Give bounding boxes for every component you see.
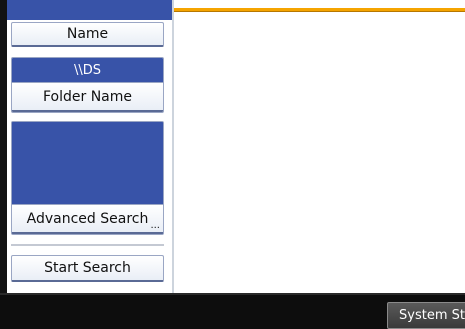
name-button[interactable]: Name xyxy=(11,22,164,47)
results-area xyxy=(174,12,465,293)
name-button-label: Name xyxy=(66,26,109,42)
advanced-search-button-label: Advanced Search xyxy=(26,210,149,227)
folder-path-value: \\DS xyxy=(73,62,102,78)
accent-line xyxy=(174,8,465,12)
system-status-label: System Status xyxy=(399,308,465,323)
advanced-search-button[interactable]: Advanced Search ... xyxy=(12,204,163,234)
start-search-button-label: Start Search xyxy=(44,260,131,276)
panel-left-edge xyxy=(0,0,7,293)
panel-divider xyxy=(11,244,164,246)
folder-group: \\DS Folder Name xyxy=(11,57,164,113)
folder-name-button-label: Folder Name xyxy=(42,88,133,105)
panel-top-strip xyxy=(7,0,172,20)
start-search-button[interactable]: Start Search xyxy=(11,255,164,282)
advanced-search-group: Advanced Search ... xyxy=(11,121,164,235)
footer-top-line xyxy=(0,293,465,295)
advanced-search-area xyxy=(12,122,163,204)
more-options-icon: ... xyxy=(150,220,160,231)
folder-path-display: \\DS xyxy=(12,58,163,82)
system-status-button[interactable]: System Status xyxy=(387,302,465,329)
folder-name-button[interactable]: Folder Name xyxy=(12,82,163,112)
